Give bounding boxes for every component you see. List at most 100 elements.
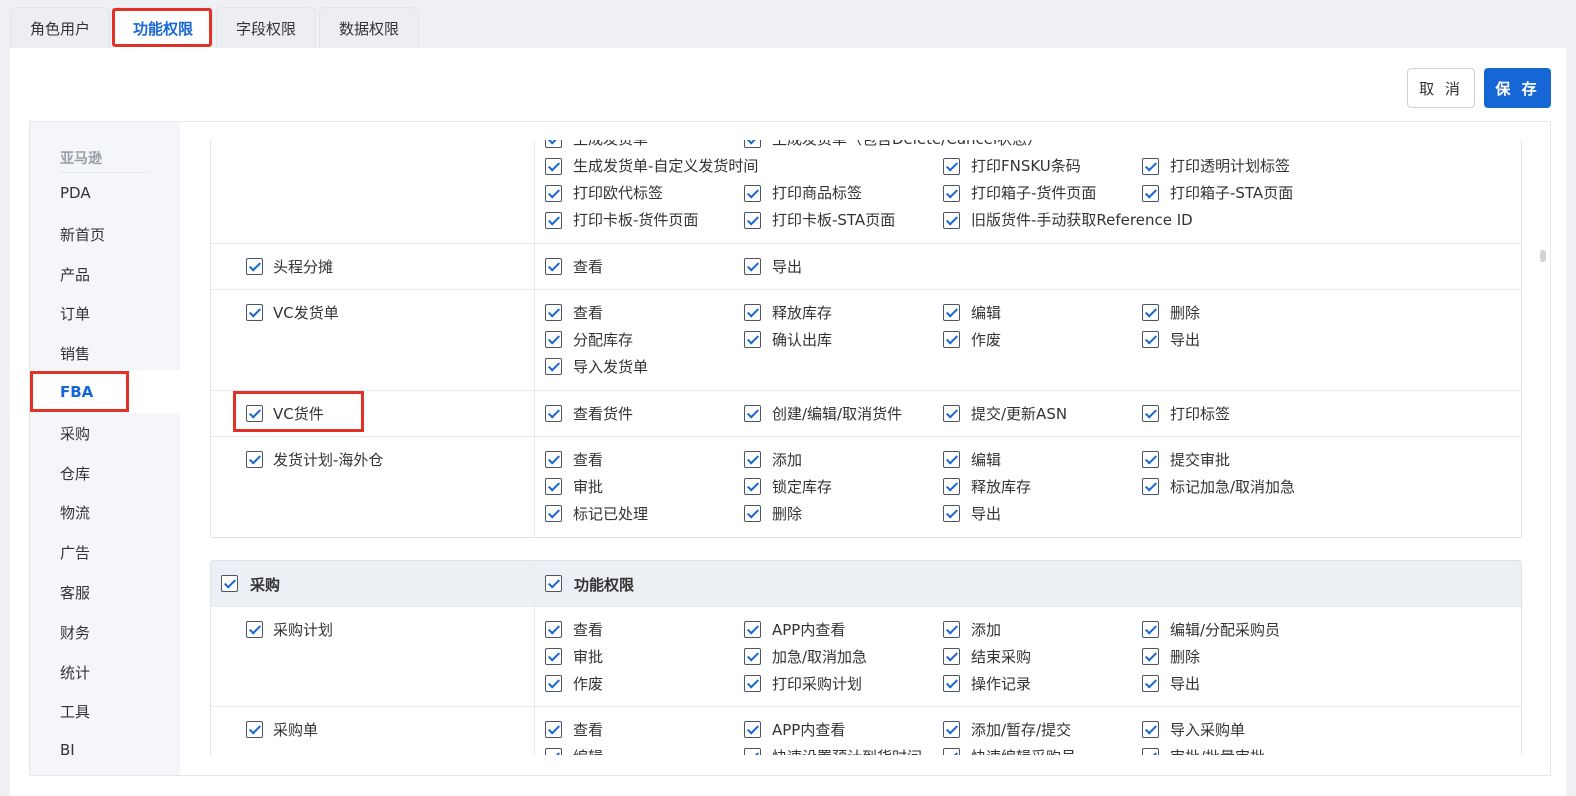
checkbox[interactable]	[744, 451, 761, 468]
module-checkbox[interactable]	[221, 575, 238, 592]
checkbox[interactable]	[1142, 185, 1159, 202]
tab-data-permissions[interactable]: 数据权限	[319, 7, 420, 48]
checkbox[interactable]	[744, 405, 761, 422]
checkbox[interactable]	[943, 212, 960, 229]
checkbox[interactable]	[545, 258, 562, 275]
nav-item-service[interactable]: 客服	[60, 582, 90, 603]
nav-item-finance[interactable]: 财务	[60, 622, 90, 643]
perm-label: 生成发货单-自定义发货时间	[573, 157, 759, 175]
checkbox[interactable]	[545, 748, 562, 755]
checkbox[interactable]	[943, 621, 960, 638]
checkbox[interactable]	[545, 358, 562, 375]
checkbox[interactable]	[744, 675, 761, 692]
checkbox[interactable]	[744, 258, 761, 275]
nav-item-purchase[interactable]: 采购	[60, 423, 90, 444]
module-checkbox[interactable]	[246, 721, 263, 738]
nav-item-stats[interactable]: 统计	[60, 662, 90, 683]
checkbox[interactable]	[943, 648, 960, 665]
perm-label: 查看	[573, 258, 604, 276]
perm-label: 导出	[971, 505, 1002, 523]
checkbox[interactable]	[1142, 304, 1159, 321]
checkbox[interactable]	[1142, 748, 1159, 755]
checkbox[interactable]	[744, 185, 761, 202]
nav-item-bi[interactable]: BI	[60, 741, 75, 759]
module-checkbox[interactable]	[246, 304, 263, 321]
perm-label: 提交/更新ASN	[971, 405, 1068, 423]
nav-item-order[interactable]: 订单	[60, 303, 90, 324]
nav-group-title: 亚马逊	[60, 148, 150, 173]
checkbox[interactable]	[545, 621, 562, 638]
checkbox[interactable]	[1142, 648, 1159, 665]
checkbox[interactable]	[1142, 451, 1159, 468]
checkbox[interactable]	[943, 185, 960, 202]
nav-item-sales[interactable]: 销售	[60, 343, 90, 364]
nav-item-product[interactable]: 产品	[60, 264, 90, 285]
table-row: 头程分摊 查看 导出	[211, 244, 1521, 290]
module-checkbox[interactable]	[246, 258, 263, 275]
checkbox[interactable]	[1142, 621, 1159, 638]
checkbox[interactable]	[1142, 478, 1159, 495]
checkbox[interactable]	[744, 621, 761, 638]
checkbox[interactable]	[1142, 721, 1159, 738]
scrollbar-thumb[interactable]	[1540, 250, 1546, 262]
cancel-button[interactable]: 取 消	[1407, 68, 1475, 108]
module-label: VC货件	[273, 405, 324, 423]
checkbox[interactable]	[943, 748, 960, 755]
nav-item-home[interactable]: 新首页	[60, 224, 105, 245]
nav-item-fba[interactable]: FBA	[60, 383, 93, 401]
checkbox[interactable]	[1142, 158, 1159, 175]
module-label: 发货计划-海外仓	[273, 451, 384, 469]
save-button[interactable]: 保 存	[1484, 68, 1551, 108]
checkbox[interactable]	[545, 405, 562, 422]
permission-scroll-area[interactable]: 生成发货单 生成发货单（包含Delete/Cancel状态） 生成发货单-自定义…	[180, 140, 1550, 755]
checkbox[interactable]	[744, 140, 761, 148]
tab-function-permissions[interactable]: 功能权限	[113, 7, 214, 48]
tab-role-users[interactable]: 角色用户	[10, 7, 111, 48]
nav-item-warehouse[interactable]: 仓库	[60, 463, 90, 484]
perm-label: APP内查看	[772, 721, 846, 739]
nav-item-tools[interactable]: 工具	[60, 701, 90, 722]
checkbox[interactable]	[943, 721, 960, 738]
checkbox[interactable]	[744, 748, 761, 755]
checkbox[interactable]	[545, 648, 562, 665]
nav-item-logistics[interactable]: 物流	[60, 502, 90, 523]
checkbox[interactable]	[744, 505, 761, 522]
checkbox[interactable]	[943, 478, 960, 495]
nav-item-ads[interactable]: 广告	[60, 542, 90, 563]
checkbox[interactable]	[1142, 405, 1159, 422]
checkbox[interactable]	[545, 304, 562, 321]
checkbox[interactable]	[943, 505, 960, 522]
module-checkbox[interactable]	[246, 621, 263, 638]
checkbox[interactable]	[943, 675, 960, 692]
checkbox[interactable]	[545, 675, 562, 692]
module-checkbox[interactable]	[246, 405, 263, 422]
checkbox[interactable]	[545, 331, 562, 348]
nav-item-pda[interactable]: PDA	[60, 184, 91, 202]
checkbox[interactable]	[744, 212, 761, 229]
checkbox[interactable]	[545, 478, 562, 495]
checkbox[interactable]	[545, 575, 562, 592]
checkbox[interactable]	[943, 304, 960, 321]
checkbox[interactable]	[545, 185, 562, 202]
checkbox[interactable]	[943, 331, 960, 348]
checkbox[interactable]	[744, 478, 761, 495]
checkbox[interactable]	[545, 451, 562, 468]
checkbox[interactable]	[545, 505, 562, 522]
checkbox[interactable]	[1142, 331, 1159, 348]
checkbox[interactable]	[744, 648, 761, 665]
checkbox[interactable]	[744, 721, 761, 738]
checkbox[interactable]	[943, 451, 960, 468]
tab-field-permissions[interactable]: 字段权限	[216, 7, 317, 48]
checkbox[interactable]	[943, 405, 960, 422]
checkbox[interactable]	[545, 140, 562, 148]
perm-label: 编辑	[971, 451, 1002, 469]
checkbox[interactable]	[744, 331, 761, 348]
checkbox[interactable]	[545, 212, 562, 229]
checkbox[interactable]	[943, 158, 960, 175]
checkbox[interactable]	[545, 721, 562, 738]
checkbox[interactable]	[1142, 675, 1159, 692]
checkbox[interactable]	[744, 304, 761, 321]
module-checkbox[interactable]	[246, 451, 263, 468]
perm-label: 添加	[971, 621, 1002, 639]
checkbox[interactable]	[545, 158, 562, 175]
